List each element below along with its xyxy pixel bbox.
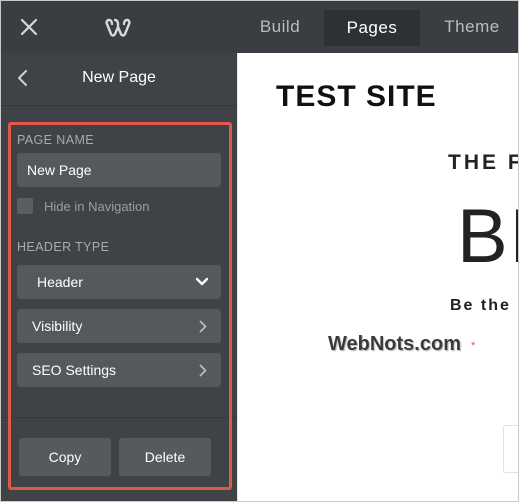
weebly-logo-icon[interactable] [105, 15, 131, 39]
seo-settings-label: SEO Settings [32, 362, 117, 378]
visibility-label: Visibility [32, 318, 83, 334]
copy-button[interactable]: Copy [19, 438, 111, 476]
hide-in-navigation-checkbox[interactable] [17, 198, 33, 214]
tab-theme[interactable]: Theme [432, 1, 512, 53]
hero-subheading: Be the [450, 297, 511, 314]
chevron-down-icon [195, 277, 209, 286]
asterisk-mark: * [471, 340, 476, 352]
top-bar: Build Pages Theme [1, 1, 518, 53]
delete-button[interactable]: Delete [119, 438, 211, 476]
hero-heading-large: BE [457, 194, 518, 279]
header-type-value: Header [37, 274, 83, 290]
hide-in-navigation-label: Hide in Navigation [44, 199, 150, 214]
app-window: Build Pages Theme New Page PAGE NAME New… [0, 0, 519, 502]
page-name-input[interactable]: New Page [17, 153, 221, 187]
top-tabs: Build Pages Theme [237, 1, 499, 53]
tab-pages[interactable]: Pages [324, 10, 420, 46]
chevron-right-icon [199, 364, 207, 377]
sidebar-title: New Page [82, 69, 156, 86]
watermark: WebNots.com [328, 333, 461, 355]
tab-build[interactable]: Build [237, 1, 323, 53]
sidebar-divider [1, 417, 237, 418]
chevron-right-icon [199, 320, 207, 333]
site-preview: TEST SITE THE F BE Be the WebNots.com * [237, 53, 519, 501]
site-title[interactable]: TEST SITE [276, 80, 437, 114]
header-type-dropdown[interactable]: Header [17, 265, 221, 299]
seo-settings-button[interactable]: SEO Settings [17, 353, 221, 387]
hero-heading-small: THE F [448, 151, 519, 174]
close-icon[interactable] [16, 14, 42, 40]
sidebar-header: New Page [1, 53, 237, 106]
visibility-button[interactable]: Visibility [17, 309, 221, 343]
page-settings-sidebar: New Page PAGE NAME New Page Hide in Navi… [1, 53, 237, 501]
preview-edge-element [503, 425, 518, 473]
page-name-label: PAGE NAME [17, 133, 94, 147]
header-type-label: HEADER TYPE [17, 240, 110, 254]
